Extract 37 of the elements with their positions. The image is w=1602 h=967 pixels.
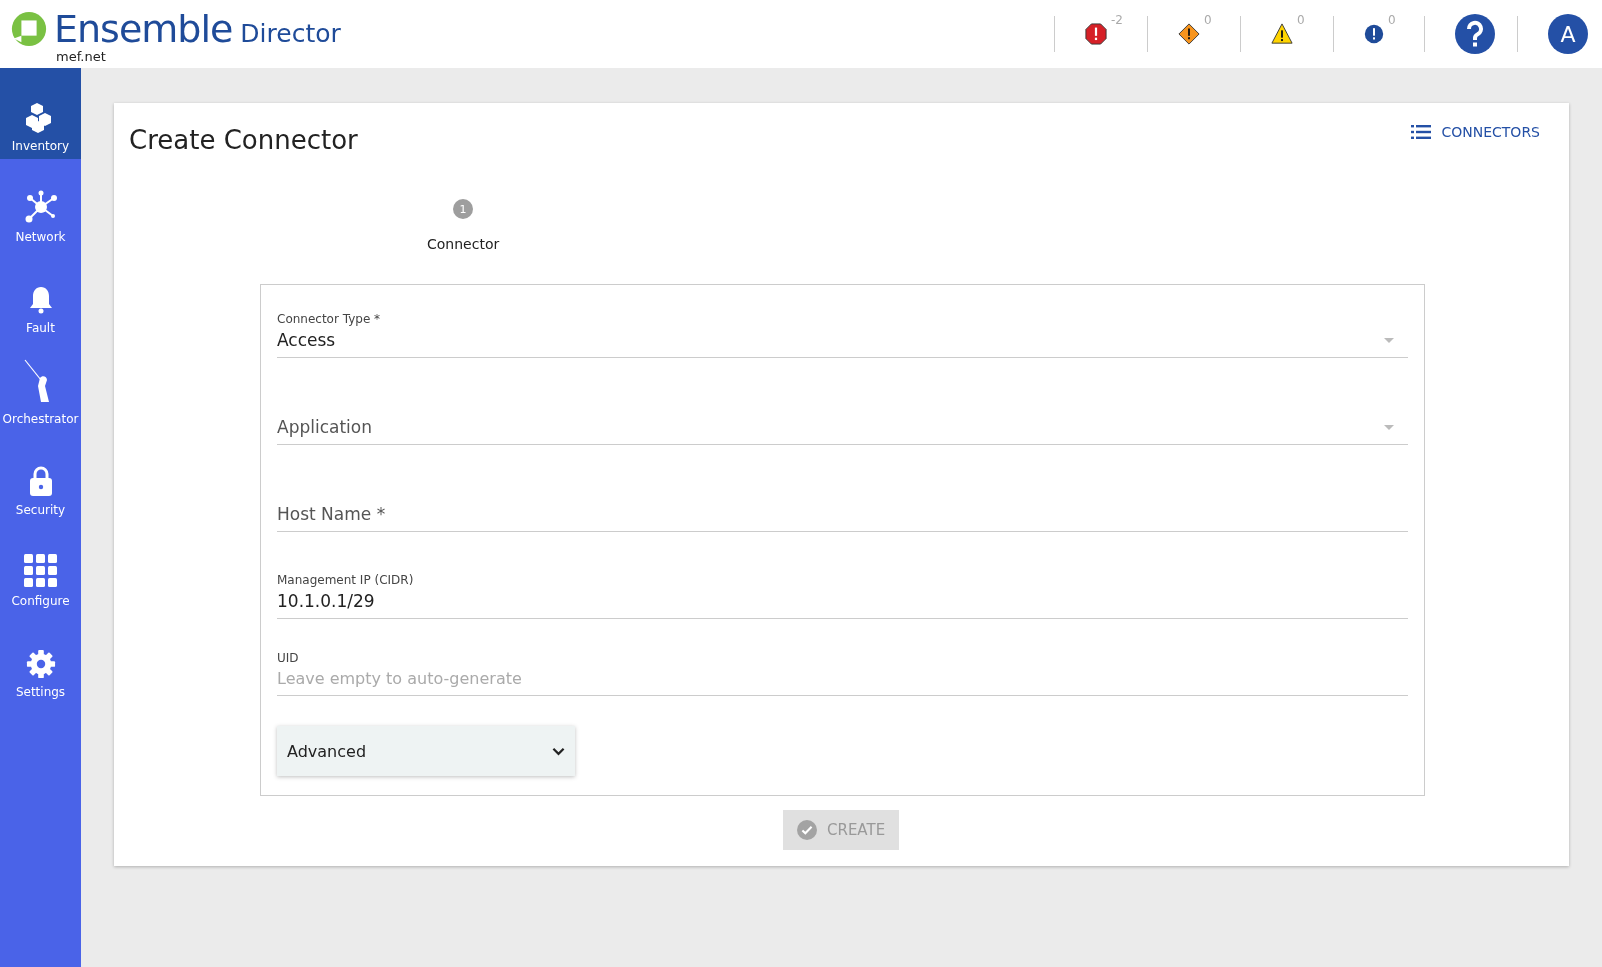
connectors-link[interactable]: CONNECTORS: [1405, 123, 1546, 141]
lock-icon: [28, 465, 53, 497]
sidebar-item[interactable]: Fault: [0, 250, 81, 341]
bell-icon: [28, 285, 53, 315]
settings-icon: [25, 649, 56, 679]
sidebar-item[interactable]: Orchestrator: [0, 341, 81, 432]
list-icon: [1411, 125, 1432, 139]
step-number: 1: [453, 199, 474, 219]
chevron-icon: [552, 746, 565, 756]
input-field[interactable]: Management IP (CIDR) 10.1.0.1/29: [277, 566, 1408, 619]
grid-icon: [23, 554, 58, 588]
help-icon[interactable]: [1455, 14, 1495, 54]
alert-count: 0: [1297, 13, 1306, 27]
dropdown-caret-icon: [1384, 424, 1394, 430]
brand-name: Ensemble: [54, 8, 233, 50]
select-field[interactable]: Connector Type * Access: [277, 305, 1408, 358]
network-icon: [23, 190, 58, 224]
sidebar-item[interactable]: Security: [0, 432, 81, 523]
input-field[interactable]: Host Name *: [277, 479, 1408, 532]
input-field[interactable]: UID Leave empty to auto-generate: [277, 643, 1408, 696]
sidebar-item[interactable]: Network: [0, 159, 81, 250]
sidebar-item[interactable]: Inventory: [0, 68, 81, 159]
product-name: Director: [240, 19, 341, 48]
sidebar-item[interactable]: Settings: [0, 614, 81, 705]
page-title: Create Connector: [129, 125, 358, 155]
advanced-dropdown[interactable]: Advanced: [277, 726, 575, 776]
alert-count: -2: [1111, 13, 1124, 27]
dropdown-caret-icon: [1384, 337, 1394, 343]
sidebar-item[interactable]: Configure: [0, 523, 81, 614]
step-label: Connector: [427, 236, 500, 252]
alert-count: 0: [1204, 13, 1213, 27]
user-avatar[interactable]: A: [1548, 14, 1588, 54]
check-circle-icon: [797, 820, 817, 840]
alert-count: 0: [1388, 13, 1397, 27]
logo-icon: [10, 10, 48, 48]
domain-label: mef.net: [56, 50, 107, 64]
select-field[interactable]: Application: [277, 392, 1408, 445]
